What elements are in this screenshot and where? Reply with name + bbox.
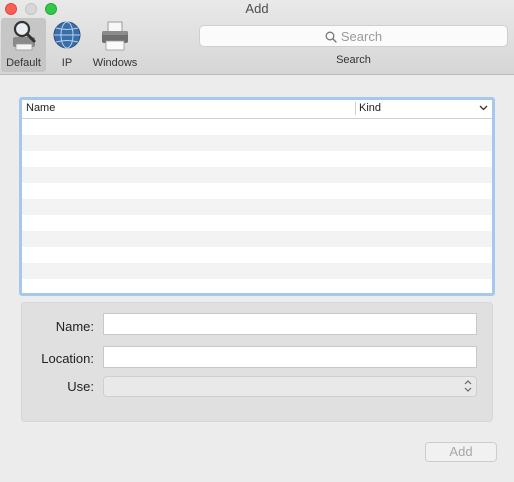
table-header: Name Kind (22, 100, 492, 119)
search-field[interactable]: Search (199, 25, 508, 47)
table-row (22, 231, 492, 247)
toolbar-default-label: Default (6, 57, 41, 69)
toolbar-windows[interactable]: Windows (88, 18, 142, 72)
location-label: Location: (41, 351, 94, 366)
table-row (22, 151, 492, 167)
toolbar-ip-label: IP (61, 57, 73, 69)
use-select[interactable] (103, 376, 477, 397)
name-field[interactable] (103, 313, 477, 335)
toolbar-windows-label: Windows (92, 57, 138, 69)
table-row (22, 263, 492, 279)
use-label: Use: (67, 379, 94, 394)
name-label: Name: (55, 319, 94, 334)
location-field[interactable] (103, 346, 477, 368)
table-row (22, 119, 492, 135)
table-row (22, 215, 492, 231)
updown-arrows-icon (464, 380, 472, 392)
globe-icon (53, 21, 81, 49)
printer-details-panel: Name: Location: Use: (21, 302, 493, 422)
toolbar-default[interactable]: Default (1, 18, 46, 72)
printer-icon (102, 21, 128, 51)
printer-list[interactable]: Name Kind (19, 97, 495, 296)
search-label: Search (336, 54, 371, 66)
table-row (22, 183, 492, 199)
table-row (22, 135, 492, 151)
table-row (22, 279, 492, 293)
column-divider (355, 102, 356, 115)
search-icon (325, 31, 337, 43)
add-printer-window: Add Default IP Windows Search Search Nam… (0, 0, 514, 482)
table-row (22, 167, 492, 183)
column-header-name[interactable]: Name (26, 102, 55, 114)
toolbar-ip[interactable]: IP (50, 18, 84, 72)
table-rows (22, 119, 492, 293)
magnifier-printer-icon (12, 20, 35, 51)
table-row (22, 199, 492, 215)
title-toolbar: Add Default IP Windows Search Search (0, 0, 514, 75)
window-title: Add (245, 1, 269, 16)
search-placeholder: Search (340, 29, 383, 44)
add-button[interactable]: Add (425, 442, 497, 462)
table-row (22, 247, 492, 263)
column-header-kind[interactable]: Kind (359, 102, 381, 114)
chevron-down-icon[interactable] (479, 103, 488, 112)
